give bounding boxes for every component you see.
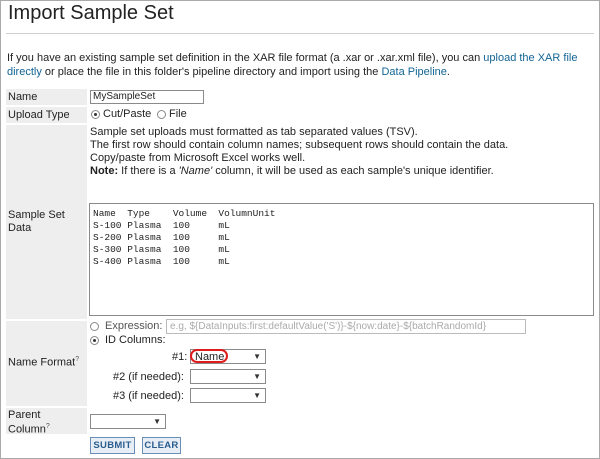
sample-data-textarea[interactable]: Name Type Volume VolumnUnit S-100 Plasma… <box>89 203 594 316</box>
highlight-circle <box>190 349 228 363</box>
note-name: 'Name' <box>178 165 213 177</box>
data-row: S-200 Plasma 100 mL <box>93 232 230 243</box>
desc-line-3: Copy/paste from Microsoft Excel works we… <box>90 152 306 164</box>
chevron-down-icon: ▼ <box>153 417 161 426</box>
intro-text-2: or place the file in this folder's pipel… <box>41 66 382 78</box>
name-format-label-cell: Name Format? <box>6 321 87 407</box>
id-col-2-label: #2 (if needed): <box>113 371 184 383</box>
chevron-down-icon: ▼ <box>253 391 261 400</box>
parent-column-label: Parent Column? <box>8 409 50 436</box>
desc-note: Note: If there is a 'Name' column, it wi… <box>90 165 508 178</box>
expression-radio[interactable] <box>90 322 99 331</box>
note-text-b: column, it will be used as each sample's… <box>212 165 494 177</box>
data-row: Name Type Volume VolumnUnit <box>93 208 276 219</box>
upload-type-file-label: File <box>169 108 187 120</box>
data-row: S-300 Plasma 100 mL <box>93 244 230 255</box>
sample-set-data-label: Sample Set Data <box>8 209 65 234</box>
title-divider <box>6 33 594 34</box>
upload-type-paste-radio[interactable] <box>91 110 100 119</box>
id-col-3-label: #3 (if needed): <box>113 390 184 402</box>
note-text-a: If there is a <box>118 165 179 177</box>
upload-type-paste-label: Cut/Paste <box>103 108 152 120</box>
page-title: Import Sample Set <box>8 2 174 24</box>
name-input[interactable]: MySampleSet <box>90 90 204 104</box>
parent-column-label-cell: Parent Column? <box>6 408 87 436</box>
name-format-help-icon[interactable]: ? <box>75 356 79 363</box>
submit-button[interactable]: SUBMIT <box>90 437 135 454</box>
data-row: S-400 Plasma 100 mL <box>93 256 230 267</box>
intro-text-3: . <box>446 66 450 78</box>
desc-line-1: Sample set uploads must formatted as tab… <box>90 126 418 138</box>
data-pipeline-link[interactable]: Data Pipeline <box>381 66 446 78</box>
sample-data-description: Sample set uploads must formatted as tab… <box>90 126 508 178</box>
clear-button[interactable]: CLEAR <box>142 437 181 454</box>
id-columns-radio[interactable] <box>90 336 99 345</box>
chevron-down-icon: ▼ <box>253 352 261 361</box>
id-col-3-select[interactable]: ▼ <box>190 388 266 403</box>
id-col-1-label: #1: <box>172 351 188 363</box>
intro-paragraph: If you have an existing sample set defin… <box>7 51 595 79</box>
upload-type-file-radio[interactable] <box>157 110 166 119</box>
data-row: S-100 Plasma 100 mL <box>93 220 230 231</box>
id-col-2-select[interactable]: ▼ <box>190 369 266 384</box>
parent-column-select[interactable]: ▼ <box>90 414 166 429</box>
intro-text-1: If you have an existing sample set defin… <box>7 52 484 64</box>
name-format-label: Name Format? <box>8 356 80 369</box>
sample-set-data-label-cell: Sample Set Data <box>6 125 87 320</box>
expression-input[interactable]: e.g, ${DataInputs:first:defaultValue('S'… <box>166 319 526 334</box>
desc-line-2: The first row should contain column name… <box>90 139 509 151</box>
upload-type-label: Upload Type <box>6 107 87 124</box>
expression-label: Expression: <box>105 320 163 332</box>
chevron-down-icon: ▼ <box>253 372 261 381</box>
name-label: Name <box>6 89 87 106</box>
note-label: Note: <box>90 165 119 177</box>
id-columns-label: ID Columns: <box>105 334 166 346</box>
parent-column-help-icon[interactable]: ? <box>46 423 50 430</box>
